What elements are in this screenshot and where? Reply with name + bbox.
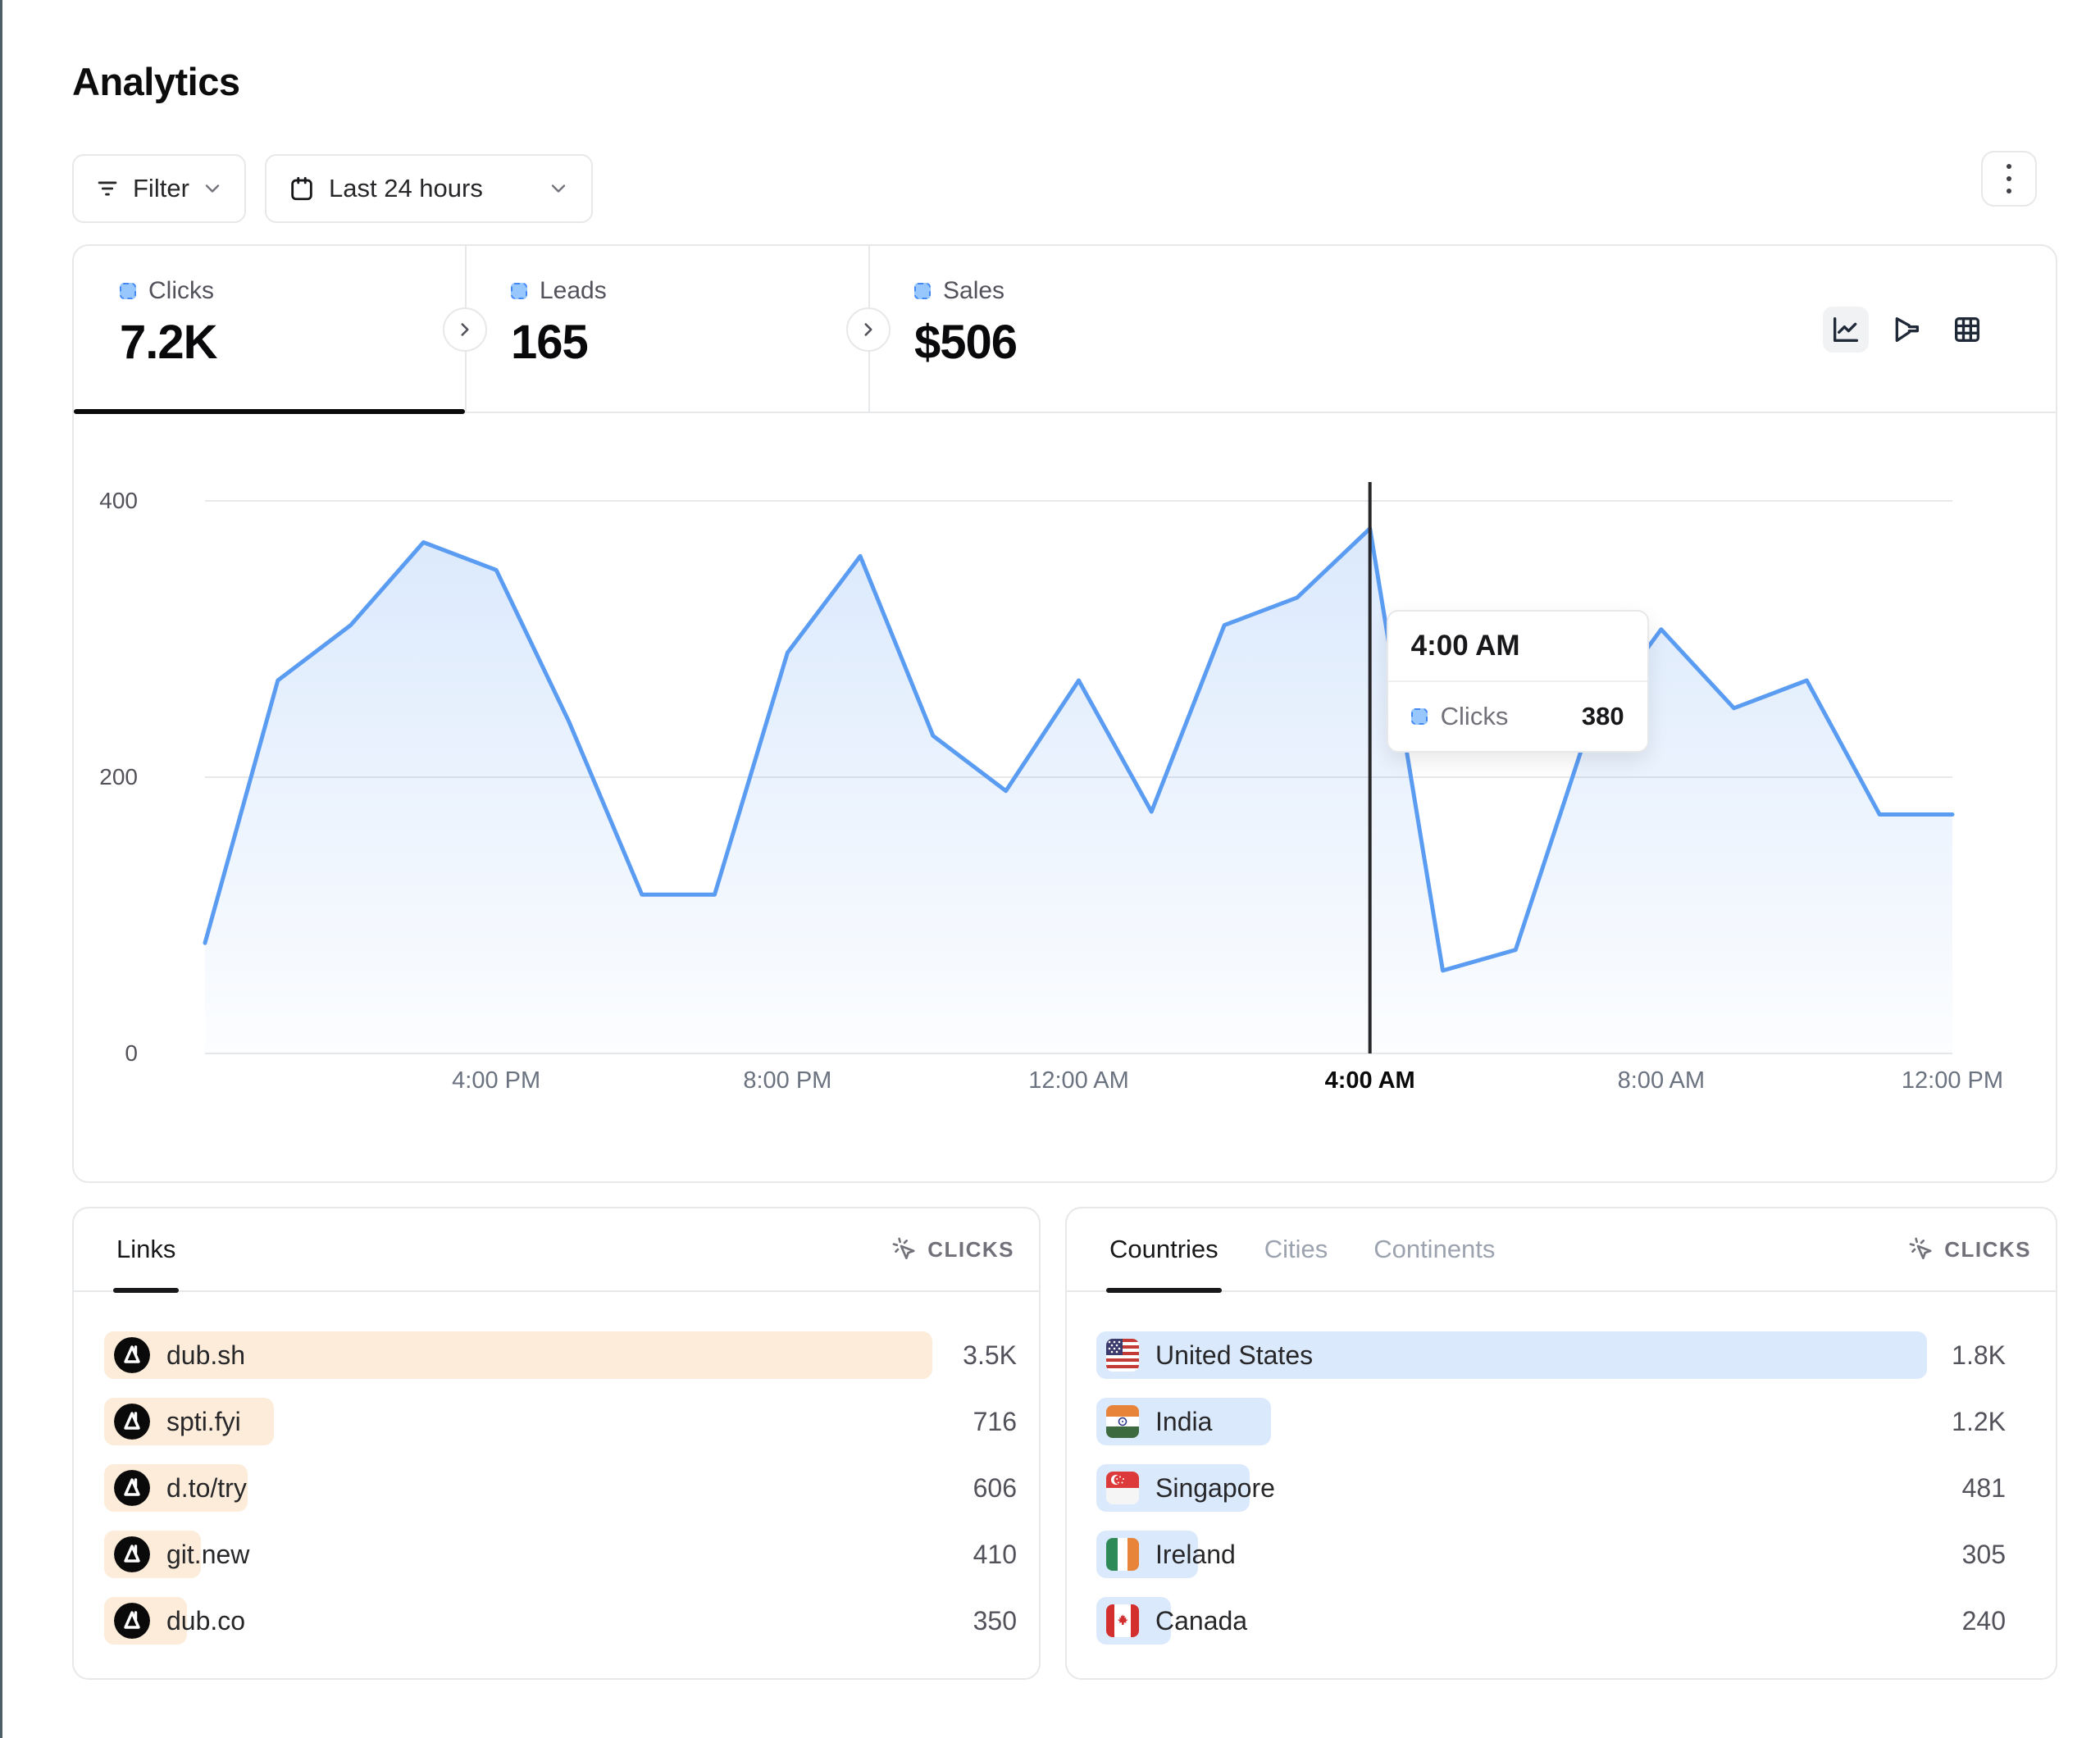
row-label: git.new <box>166 1540 249 1570</box>
page-title: Analytics <box>72 59 239 104</box>
list-row-dub-sh[interactable]: dub.sh 3.5K <box>104 1331 1017 1379</box>
tooltip-value: 380 <box>1582 702 1624 731</box>
list-row-d-to-try[interactable]: d.to/try 606 <box>104 1464 1017 1512</box>
row-label: Ireland <box>1155 1540 1236 1570</box>
calendar-icon <box>288 175 316 202</box>
filter-button-label: Filter <box>133 174 189 203</box>
links-panel: Links CLICKS dub.sh 3.5K spti.fyi 716 d.… <box>72 1207 1041 1680</box>
row-value: 350 <box>973 1597 1017 1645</box>
x-axis-label: 4:00 AM <box>1325 1067 1415 1094</box>
chevron-down-icon <box>547 177 570 200</box>
filter-icon <box>93 175 121 202</box>
list-row-singapore[interactable]: Singapore 481 <box>1096 1464 2006 1512</box>
cursor-click-icon <box>891 1236 918 1263</box>
row-value: 3.5K <box>963 1331 1017 1379</box>
x-axis-label: 4:00 PM <box>452 1067 540 1094</box>
chart-tooltip: 4:00 AM Clicks 380 <box>1387 610 1649 753</box>
list-row-spti-fyi[interactable]: spti.fyi 716 <box>104 1398 1017 1445</box>
list-row-ireland[interactable]: Ireland 305 <box>1096 1531 2006 1578</box>
countries-metric-label: CLICKS <box>1944 1237 2031 1263</box>
more-options-button[interactable] <box>1981 151 2037 207</box>
tab-countries[interactable]: Countries <box>1109 1208 1219 1290</box>
links-metric[interactable]: CLICKS <box>891 1236 1014 1263</box>
kebab-icon <box>2007 164 2011 193</box>
date-range-button[interactable]: Last 24 hours <box>265 154 593 223</box>
y-axis-label: 0 <box>74 1040 138 1067</box>
row-value: 410 <box>973 1531 1017 1578</box>
filter-button[interactable]: Filter <box>72 154 246 223</box>
series-color-swatch <box>1411 708 1428 725</box>
list-row-canada[interactable]: Canada 240 <box>1096 1597 2006 1645</box>
dub-logo-icon <box>114 1404 150 1440</box>
y-axis-label: 200 <box>74 764 138 790</box>
cursor-click-icon <box>1908 1236 1934 1263</box>
tab-cities[interactable]: Cities <box>1264 1208 1328 1290</box>
chevron-down-icon <box>201 177 224 200</box>
row-label: Canada <box>1155 1606 1247 1636</box>
row-value: 716 <box>973 1398 1017 1445</box>
row-value: 240 <box>1962 1597 2006 1645</box>
clicks-time-series-chart[interactable]: 0 200 400 4:00 PM 8:00 PM 12:00 AM 4:00 AM 8:0… <box>74 246 2056 1181</box>
x-axis-label: 8:00 PM <box>743 1067 831 1094</box>
links-panel-header: Links CLICKS <box>74 1208 1039 1292</box>
x-axis-label: 8:00 AM <box>1618 1067 1705 1094</box>
row-label: dub.co <box>166 1606 245 1636</box>
dub-logo-icon <box>114 1470 150 1506</box>
tab-links[interactable]: Links <box>116 1208 175 1290</box>
list-row-dub-co[interactable]: dub.co 350 <box>104 1597 1017 1645</box>
y-axis-label: 400 <box>74 488 138 514</box>
flag-sg-icon <box>1106 1472 1139 1504</box>
flag-ie-icon <box>1106 1538 1139 1571</box>
date-range-label: Last 24 hours <box>329 174 483 203</box>
x-axis-label: 12:00 AM <box>1028 1067 1129 1094</box>
dub-logo-icon <box>114 1603 150 1639</box>
dub-logo-icon <box>114 1337 150 1373</box>
area-chart <box>74 246 2059 1185</box>
row-value: 1.8K <box>1952 1331 2006 1379</box>
tab-continents[interactable]: Continents <box>1373 1208 1495 1290</box>
row-label: dub.sh <box>166 1340 245 1371</box>
list-row-united-states[interactable]: United States 1.8K <box>1096 1331 2006 1379</box>
x-axis-label: 12:00 PM <box>1902 1067 2003 1094</box>
countries-panel: Countries Cities Continents CLICKS United … <box>1065 1207 2057 1680</box>
row-label: Singapore <box>1155 1473 1275 1504</box>
flag-ca-icon <box>1106 1604 1139 1637</box>
analytics-page: Analytics Filter Last 24 hours Clicks 7.… <box>0 0 2100 1738</box>
row-value: 1.2K <box>1952 1398 2006 1445</box>
row-label: spti.fyi <box>166 1407 241 1437</box>
row-label: d.to/try <box>166 1473 247 1504</box>
flag-in-icon <box>1106 1405 1139 1438</box>
list-row-india[interactable]: India 1.2K <box>1096 1398 2006 1445</box>
tooltip-series-label: Clicks <box>1441 702 1509 731</box>
countries-metric[interactable]: CLICKS <box>1908 1236 2031 1263</box>
links-metric-label: CLICKS <box>927 1237 1014 1263</box>
list-row-git-new[interactable]: git.new 410 <box>104 1531 1017 1578</box>
row-value: 305 <box>1962 1531 2006 1578</box>
countries-panel-header: Countries Cities Continents CLICKS <box>1067 1208 2056 1292</box>
row-value: 481 <box>1962 1464 2006 1512</box>
flag-us-icon <box>1106 1339 1139 1372</box>
row-label: United States <box>1155 1340 1313 1371</box>
row-value: 606 <box>973 1464 1017 1512</box>
tooltip-time: 4:00 AM <box>1388 612 1647 682</box>
analytics-chart-card: Clicks 7.2K Leads 165 Sales $506 <box>72 244 2057 1183</box>
row-label: India <box>1155 1407 1212 1437</box>
dub-logo-icon <box>114 1536 150 1572</box>
